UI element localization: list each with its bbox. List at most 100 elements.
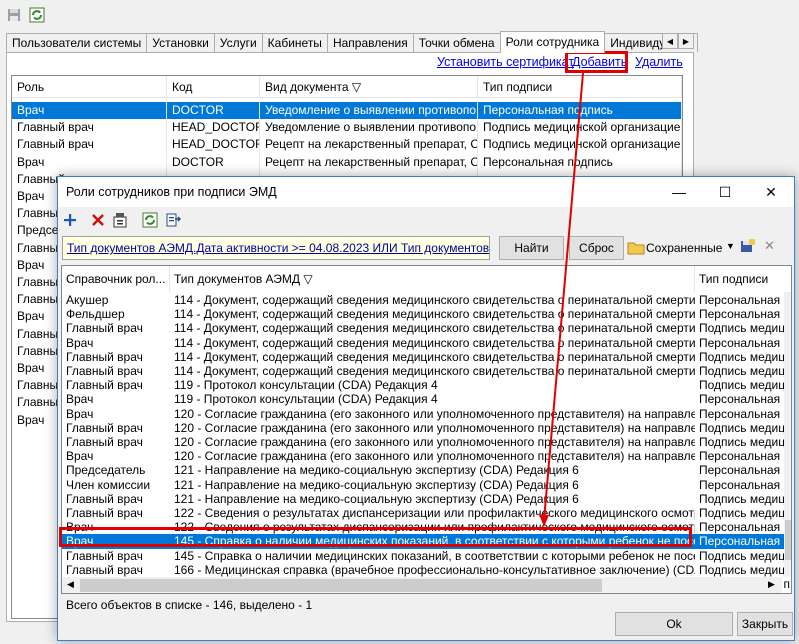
tab-scroll-left-button[interactable]: ◀ bbox=[662, 33, 678, 49]
table-row[interactable]: Главный врач HEAD_DOCTOR Рецепт на лекарст… bbox=[12, 136, 682, 154]
table-cell: 114 - Документ, содержащий сведения меди… bbox=[174, 335, 695, 350]
roles-dialog: Роли сотрудников при подписи ЭМД — ☐ ✕ Т… bbox=[57, 176, 795, 641]
reset-button[interactable]: Сброс bbox=[569, 236, 624, 260]
table-cell: 119 - Протокол консультации (CDA) Редакц… bbox=[174, 392, 438, 407]
refresh-icon[interactable] bbox=[28, 6, 46, 24]
table-row[interactable]: Главный врач 145 - Справка о наличии меди… bbox=[62, 548, 791, 563]
table-cell: Персональная п bbox=[699, 449, 790, 464]
add-link-highlight bbox=[565, 51, 628, 73]
table-row[interactable]: Главный врач 120 - Согласие гражданина (е… bbox=[62, 435, 791, 449]
table-cell: Подпись медици bbox=[699, 364, 792, 378]
table-cell: Врач bbox=[12, 102, 167, 119]
table-cell: Подпись медици bbox=[699, 378, 792, 393]
table-row[interactable]: Главный врач 121 - Направление на медико-… bbox=[62, 492, 791, 506]
column-header[interactable]: Тип подписи bbox=[478, 76, 682, 98]
table-row[interactable]: Главный врач 114 - Документ, содержащий с… bbox=[62, 349, 791, 364]
tab-4[interactable]: Направления bbox=[326, 33, 414, 52]
column-header-label: Код bbox=[172, 80, 193, 94]
table-row[interactable]: Врач DOCTOR Уведомление о выявлении против… bbox=[12, 102, 682, 119]
delete-link[interactable]: Удалить bbox=[635, 55, 683, 69]
table-cell: Рецепт на лекарственный препарат, С... bbox=[260, 136, 478, 154]
tab-scroll-right-button[interactable]: ▶ bbox=[678, 33, 694, 49]
saved-filters-dropdown[interactable]: Сохраненные bbox=[646, 241, 722, 255]
table-cell: 145 - Справка о наличии медицинских пока… bbox=[174, 548, 695, 563]
table-cell: Персональная п bbox=[699, 463, 790, 478]
table-row[interactable]: Главный врач 114 - Документ, содержащий с… bbox=[62, 321, 791, 335]
properties-icon[interactable] bbox=[111, 211, 129, 229]
column-header[interactable]: Справочник рол... bbox=[62, 266, 170, 292]
table-row[interactable]: Главный врач 122 - Сведения о результатах… bbox=[62, 506, 791, 520]
sort-icon: ▽ bbox=[300, 272, 313, 286]
tab-5[interactable]: Точки обмена bbox=[412, 33, 501, 52]
close-button[interactable]: Закрыть bbox=[737, 612, 793, 636]
scroll-right-icon[interactable]: ▶ bbox=[768, 579, 775, 590]
status-text: Всего объектов в списке - 146, выделено … bbox=[66, 598, 313, 612]
table-row[interactable]: Главный врач 114 - Документ, содержащий с… bbox=[62, 364, 792, 378]
find-button[interactable]: Найти bbox=[499, 236, 564, 260]
table-cell: Главный врач bbox=[66, 349, 143, 364]
column-header-label: Тип подписи bbox=[483, 80, 553, 94]
tab-3[interactable]: Кабинеты bbox=[261, 33, 328, 52]
table-row[interactable]: Главный врач 119 - Протокол консультации … bbox=[62, 378, 792, 393]
refresh-icon[interactable] bbox=[141, 211, 159, 229]
save-icon[interactable] bbox=[5, 6, 23, 24]
table-row[interactable]: Фельдшер 114 - Документ, содержащий сведе… bbox=[62, 307, 791, 322]
table-cell: 122 - Сведения о результатах диспансериз… bbox=[174, 506, 695, 520]
vertical-scroll-thumb[interactable] bbox=[785, 520, 791, 560]
table-cell: Главный врач bbox=[66, 548, 143, 563]
table-cell: HEAD_DOCTOR bbox=[167, 136, 260, 154]
column-header[interactable]: Вид документа ▽ bbox=[260, 76, 478, 98]
table-row[interactable]: Врач 114 - Документ, содержащий сведения … bbox=[62, 335, 791, 350]
horizontal-scrollbar[interactable]: ◀ ▶ bbox=[62, 577, 782, 593]
table-cell: Персональная п bbox=[699, 477, 790, 492]
table-row[interactable]: Главный врач 120 - Согласие гражданина (е… bbox=[62, 421, 791, 435]
table-cell: 114 - Документ, содержащий сведения меди… bbox=[174, 349, 695, 364]
close-icon[interactable]: ✕ bbox=[748, 177, 794, 207]
minimize-icon[interactable]: — bbox=[656, 177, 702, 207]
table-row[interactable]: Акушер 114 - Документ, содержащий сведени… bbox=[62, 293, 791, 307]
scroll-left-icon[interactable]: ◀ bbox=[67, 579, 74, 590]
filter-expression-field[interactable]: Тип документов АЭМД.Дата активности >= 0… bbox=[62, 236, 490, 260]
clear-filter-icon[interactable]: ✕ bbox=[764, 238, 775, 254]
table-cell: Персональная п bbox=[699, 534, 790, 549]
table-cell: 114 - Документ, содержащий сведения меди… bbox=[174, 364, 695, 378]
horizontal-scroll-thumb[interactable] bbox=[80, 579, 602, 592]
table-cell: Главный врач bbox=[12, 119, 167, 137]
tab-0[interactable]: Пользователи системы bbox=[6, 33, 148, 52]
saved-filters-icon bbox=[627, 239, 645, 258]
table-row[interactable]: Член комиссии 121 - Направление на медико… bbox=[62, 477, 791, 492]
add-icon[interactable] bbox=[61, 211, 79, 229]
tab-2[interactable]: Услуги bbox=[213, 33, 263, 52]
table-row[interactable]: Главный врач HEAD_DOCTOR Уведомление о выя… bbox=[12, 119, 682, 137]
table-cell: Персональная подпись bbox=[478, 102, 682, 119]
ok-button[interactable]: Ok bbox=[615, 612, 733, 636]
column-header[interactable]: Тип подписи bbox=[695, 266, 791, 292]
table-row[interactable]: Врач 120 - Согласие гражданина (его закон… bbox=[62, 449, 791, 464]
table-row[interactable]: Главный врач 166 - Медицинская справка (в… bbox=[62, 562, 791, 577]
save-filter-icon[interactable] bbox=[740, 238, 756, 257]
main-toolbar bbox=[0, 0, 799, 30]
column-header-label: Роль bbox=[17, 80, 45, 94]
tab-1[interactable]: Установки bbox=[146, 33, 215, 52]
tab-6[interactable]: Роли сотрудника bbox=[499, 31, 606, 53]
table-row[interactable]: Председатель 121 - Направление на медико-… bbox=[62, 463, 791, 478]
table-cell: 121 - Направление на медико-социальную э… bbox=[174, 477, 579, 492]
table-cell: Уведомление о выявлении противопо... bbox=[260, 102, 478, 119]
chevron-down-icon[interactable]: ▼ bbox=[726, 241, 735, 251]
table-cell: 114 - Документ, содержащий сведения меди… bbox=[174, 293, 695, 307]
column-header[interactable]: Код bbox=[167, 76, 260, 98]
delete-icon[interactable] bbox=[89, 211, 107, 229]
install-certificate-link[interactable]: Установить сертификат bbox=[437, 55, 574, 69]
maximize-icon[interactable]: ☐ bbox=[702, 177, 748, 207]
table-cell: Главный врач bbox=[12, 136, 167, 154]
table-row[interactable]: Врач 120 - Согласие гражданина (его закон… bbox=[62, 407, 791, 421]
table-cell: 121 - Направление на медико-социальную э… bbox=[174, 463, 579, 478]
column-header[interactable]: Тип документов АЭМД ▽ bbox=[170, 266, 695, 292]
table-cell: Персональная п bbox=[699, 307, 790, 322]
table-cell: Главный врач bbox=[66, 562, 143, 577]
column-header[interactable]: Роль bbox=[12, 76, 167, 98]
vertical-scrollbar[interactable] bbox=[784, 292, 791, 577]
table-row[interactable]: Врач 119 - Протокол консультации (CDA) Ре… bbox=[62, 392, 791, 407]
table-row[interactable]: Врач DOCTOR Рецепт на лекарственный препар… bbox=[12, 153, 682, 171]
export-icon[interactable] bbox=[164, 211, 182, 229]
